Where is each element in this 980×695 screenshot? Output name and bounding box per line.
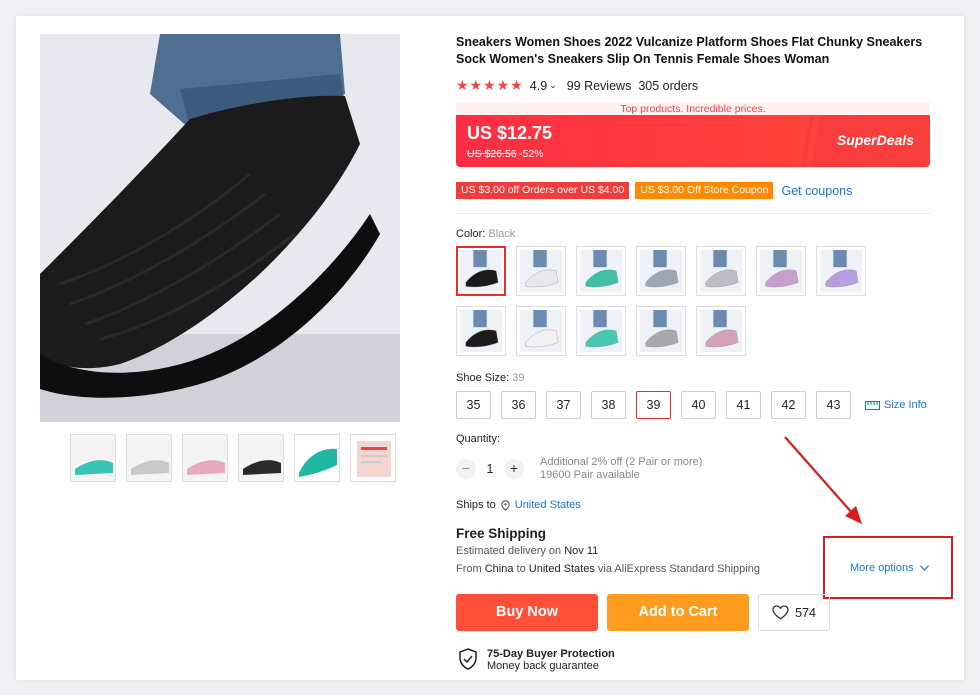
shoe-icon (640, 310, 682, 352)
size-option[interactable]: 36 (501, 391, 536, 419)
thumbnail-strip (70, 434, 396, 482)
quantity-value[interactable]: 1 (476, 462, 504, 476)
color-swatch[interactable] (816, 246, 866, 296)
coupon-orders[interactable]: US $3.00 off Orders over US $4.00 (456, 182, 630, 199)
color-swatch[interactable] (696, 306, 746, 356)
quantity-label: Quantity: (456, 433, 501, 445)
color-swatch[interactable] (576, 306, 626, 356)
shoe-icon (580, 250, 622, 292)
size-option[interactable]: 40 (681, 391, 716, 419)
size-option[interactable]: 39 (636, 391, 671, 419)
more-options-link[interactable]: More options (850, 562, 929, 574)
color-selected: Black (488, 228, 516, 240)
buy-now-button[interactable]: Buy Now (456, 594, 598, 631)
buyer-protection: 75-Day Buyer Protection Money back guara… (458, 648, 615, 672)
color-swatch[interactable] (636, 306, 686, 356)
protection-title: 75-Day Buyer Protection (487, 648, 615, 660)
color-swatch[interactable] (456, 306, 506, 356)
color-swatch[interactable] (696, 246, 746, 296)
reviews-link[interactable]: 99 Reviews (567, 79, 632, 93)
shoe-icon (520, 250, 562, 292)
size-option[interactable]: 35 (456, 391, 491, 419)
wishlist-button[interactable]: 574 (758, 594, 830, 631)
main-product-image[interactable] (40, 34, 400, 422)
size-options: 35 36 37 38 39 40 41 42 43 Size Info (456, 391, 927, 419)
estimated-delivery: Estimated delivery on Nov 11 (456, 545, 599, 557)
location-pin-icon (500, 499, 510, 511)
ruler-icon (865, 400, 880, 410)
size-option[interactable]: 37 (546, 391, 581, 419)
sneaker-photo (40, 34, 400, 422)
quantity-stepper: − 1 + Additional 2% off (2 Pair or more)… (456, 456, 702, 482)
shoe-icon (520, 310, 562, 352)
size-option[interactable]: 43 (816, 391, 851, 419)
color-swatch[interactable] (756, 246, 806, 296)
shipping-route: From China to United States via AliExpre… (456, 563, 760, 575)
divider (456, 213, 930, 214)
color-swatch[interactable] (516, 246, 566, 296)
product-title: Sneakers Women Shoes 2022 Vulcanize Plat… (456, 35, 923, 66)
shipping-title: Free Shipping (456, 526, 547, 541)
thumbnail[interactable] (238, 434, 284, 482)
thumbnail[interactable] (350, 434, 396, 482)
quantity-minus-button[interactable]: − (456, 459, 476, 479)
shoe-icon (640, 250, 682, 292)
original-price: US $26.56 (467, 148, 517, 160)
ships-to-label: Ships to (456, 499, 496, 511)
color-swatch[interactable] (576, 246, 626, 296)
rating-value[interactable]: 4.9 (530, 79, 547, 93)
shoe-icon (700, 310, 742, 352)
price-box: US $12.75 US $26.56 -52% SuperDeals (456, 115, 930, 167)
thumbnail[interactable] (182, 434, 228, 482)
star-icons: ★★★★★ (456, 77, 524, 93)
thumbnail[interactable] (294, 434, 340, 482)
color-swatch[interactable] (516, 306, 566, 356)
promo-banner: Top products. Incredible prices. (456, 102, 930, 116)
shoe-icon (580, 310, 622, 352)
add-to-cart-button[interactable]: Add to Cart (607, 594, 749, 631)
current-price: US $12.75 (467, 123, 553, 143)
shoe-icon (820, 250, 862, 292)
ships-to-country[interactable]: United States (515, 499, 581, 511)
heart-icon (772, 605, 789, 620)
shield-check-icon (459, 648, 477, 670)
size-option[interactable]: 42 (771, 391, 806, 419)
coupon-row: US $3.00 off Orders over US $4.00 US $3.… (456, 182, 852, 199)
size-info-link[interactable]: Size Info (865, 399, 927, 411)
wishlist-count: 574 (795, 605, 816, 620)
size-label: Shoe Size: 39 (456, 372, 525, 384)
rating-row: ★★★★★ 4.9 ⌄ 99 Reviews 305 orders (456, 77, 698, 94)
color-swatch[interactable] (456, 246, 506, 296)
color-swatch[interactable] (636, 246, 686, 296)
shoe-icon (700, 250, 742, 292)
quantity-plus-button[interactable]: + (504, 459, 524, 479)
thumbnail[interactable] (126, 434, 172, 482)
superdeals-logo: SuperDeals (836, 132, 914, 148)
size-option[interactable]: 41 (726, 391, 761, 419)
ships-to: Ships to United States (456, 499, 581, 511)
shoe-icon (760, 250, 802, 292)
quantity-note: Additional 2% off (2 Pair or more) 19600… (540, 456, 703, 481)
orders-count: 305 orders (638, 78, 699, 93)
protection-subtitle: Money back guarantee (487, 660, 599, 672)
discount-badge: -52% (519, 148, 544, 160)
size-selected: 39 (512, 372, 525, 384)
color-label: Color: Black (456, 228, 516, 240)
get-coupons-link[interactable]: Get coupons (781, 184, 852, 198)
chevron-down-icon[interactable]: ⌄ (549, 80, 557, 91)
chevron-down-icon (919, 565, 929, 571)
color-swatches (456, 246, 876, 356)
coupon-store[interactable]: US $3.00 Off Store Coupon (635, 182, 774, 199)
shoe-icon (460, 310, 502, 352)
thumbnail[interactable] (70, 434, 116, 482)
shoe-icon (460, 250, 502, 292)
size-option[interactable]: 38 (591, 391, 626, 419)
